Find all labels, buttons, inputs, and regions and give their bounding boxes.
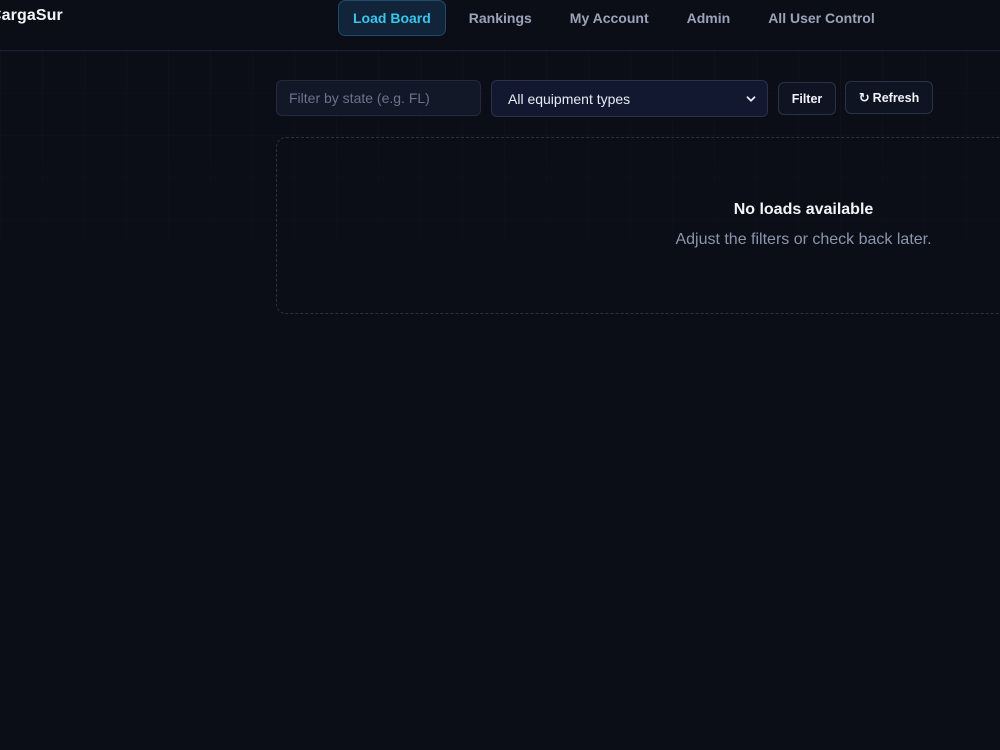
filter-button[interactable]: Filter [778, 82, 836, 115]
empty-state-panel [276, 137, 1000, 314]
main-nav: Load Board Rankings My Account Admin All… [338, 0, 898, 36]
empty-state-title: No loads available [733, 201, 874, 218]
refresh-icon: ↻ [858, 90, 870, 105]
state-filter-input[interactable] [276, 80, 481, 116]
nav-item-admin[interactable]: Admin [672, 0, 746, 36]
equipment-type-select[interactable]: All equipment types [491, 80, 768, 117]
top-navigation-bar: CargaSur Load Board Rankings My Account … [0, 0, 1000, 51]
refresh-button-label: Refresh [872, 90, 920, 105]
nav-item-my-account[interactable]: My Account [555, 0, 664, 36]
nav-item-load-board[interactable]: Load Board [338, 0, 446, 36]
app-brand-logo[interactable]: CargaSur [0, 7, 63, 25]
refresh-button[interactable]: ↻ Refresh [845, 81, 933, 114]
empty-state-subtitle: Adjust the filters or check back later. [675, 231, 932, 248]
nav-item-all-user-control[interactable]: All User Control [753, 0, 890, 36]
equipment-type-selected-value: All equipment types [508, 90, 631, 107]
chevron-down-icon [745, 93, 757, 105]
filter-button-label: Filter [791, 91, 823, 106]
nav-item-rankings[interactable]: Rankings [454, 0, 547, 36]
